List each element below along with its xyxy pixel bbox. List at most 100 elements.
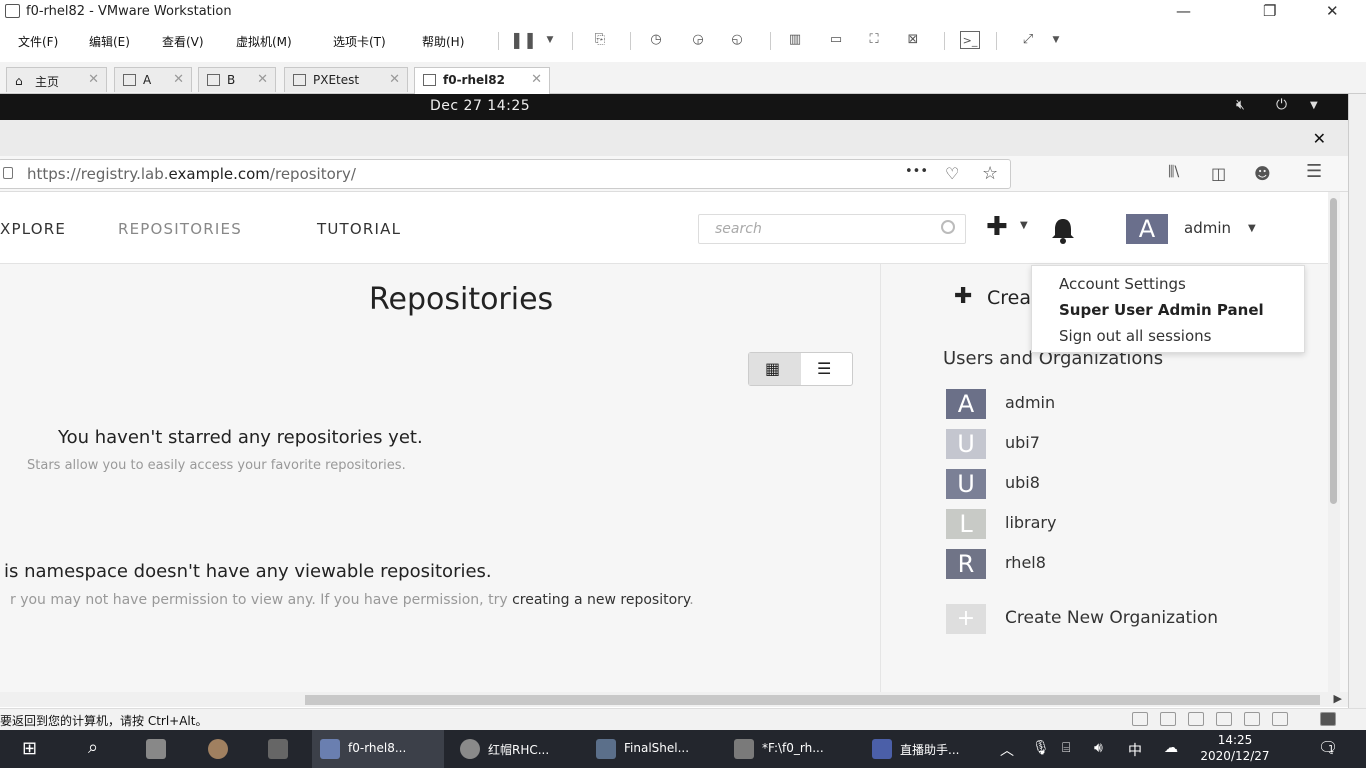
search-icon[interactable]: ⌕	[88, 737, 98, 758]
nav-repositories[interactable]: REPOSITORIES	[118, 220, 242, 238]
revert-snapshot-icon[interactable]: ◶	[688, 31, 708, 49]
scroll-right-icon[interactable]: ▶	[1334, 692, 1342, 705]
org-link-library[interactable]: library	[1005, 513, 1056, 532]
view-toggle[interactable]: ▦ ☰	[748, 352, 853, 386]
sidebar-view-icon[interactable]: ▥	[785, 31, 805, 49]
bookmark-star-icon[interactable]: ☆	[982, 163, 998, 184]
org-avatar[interactable]: R	[946, 549, 986, 579]
user-menu-name[interactable]: admin	[1184, 219, 1231, 237]
chevron-down-icon[interactable]: ▼	[1310, 100, 1318, 111]
menu-vm[interactable]: 虚拟机(M)	[236, 33, 292, 50]
microphone-icon[interactable]: 🎙︎	[1032, 740, 1050, 756]
page-scrollbar[interactable]	[1328, 192, 1340, 692]
account-icon[interactable]: ☻	[1254, 164, 1271, 183]
gnome-clock[interactable]: Dec 27 14:25	[430, 98, 530, 114]
scrollbar-thumb[interactable]	[305, 695, 1320, 705]
page-actions-icon[interactable]: •••	[905, 164, 928, 179]
list-icon[interactable]: ☰	[817, 359, 831, 378]
close-tab-icon[interactable]: ✕	[531, 72, 542, 87]
library-icon[interactable]: ⫼\	[1168, 164, 1179, 180]
menu-tabs[interactable]: 选项卡(T)	[333, 33, 386, 50]
taskbar-app-f0-rhel82[interactable]: f0-rhel8...	[312, 730, 444, 768]
close-tab-icon[interactable]: ✕	[389, 72, 400, 87]
message-log-icon[interactable]	[1320, 712, 1336, 726]
org-link-rhel8[interactable]: rhel8	[1005, 553, 1046, 572]
create-repository-link[interactable]: creating a new repository	[512, 592, 689, 608]
menu-view[interactable]: 查看(V)	[162, 33, 204, 50]
nav-explore[interactable]: XPLORE	[0, 220, 66, 238]
windows-start-icon[interactable]: ⊞	[22, 738, 37, 759]
close-window-button[interactable]: ✕	[1326, 2, 1339, 20]
tab-vm-f0-rhel82[interactable]: f0-rhel82 ✕	[414, 67, 550, 94]
plus-icon[interactable]: ✚	[954, 284, 972, 309]
close-tab-icon[interactable]: ✕	[173, 72, 184, 87]
menu-super-user-admin-panel[interactable]: Super User Admin Panel	[1059, 301, 1264, 319]
input-method[interactable]: 中	[1128, 740, 1142, 760]
scrollbar-thumb[interactable]	[1330, 198, 1337, 504]
cd-drive-icon[interactable]	[1160, 712, 1176, 726]
menu-help[interactable]: 帮助(H)	[422, 33, 464, 50]
pocket-icon[interactable]: ♡	[945, 164, 959, 183]
taskbar-app-live-assistant[interactable]: 直播助手...	[864, 730, 994, 768]
snapshot-manager-icon[interactable]: ◵	[727, 31, 747, 49]
org-link-admin[interactable]: admin	[1005, 393, 1055, 412]
taskbar-app-finalshell[interactable]: FinalShel...	[588, 730, 718, 768]
create-repository-button[interactable]: Crea	[987, 287, 1031, 309]
close-browser-icon[interactable]: ✕	[1313, 129, 1326, 148]
sogou-icon[interactable]: ☁	[1164, 740, 1178, 756]
tab-vm-b[interactable]: B ✕	[198, 67, 276, 92]
taskbar-app-vmware[interactable]	[138, 730, 186, 768]
tab-vm-a[interactable]: A ✕	[114, 67, 192, 92]
org-avatar[interactable]: L	[946, 509, 986, 539]
printer-icon[interactable]	[1216, 712, 1232, 726]
vmware-horizontal-scrollbar[interactable]: ▶	[0, 692, 1348, 707]
hamburger-menu-icon[interactable]: ☰	[1306, 161, 1322, 182]
org-link-ubi8[interactable]: ubi8	[1005, 473, 1040, 492]
notifications-bell-icon[interactable]	[1048, 215, 1078, 245]
thumbnail-view-icon[interactable]: ▭	[826, 31, 846, 49]
create-new-icon[interactable]: ✚	[986, 212, 1008, 242]
sound-icon[interactable]	[1244, 712, 1260, 726]
power-icon[interactable]: ⏻	[1276, 97, 1287, 113]
show-hidden-icons-chevron-icon[interactable]: ︿	[1000, 740, 1014, 760]
org-avatar[interactable]: A	[946, 389, 986, 419]
chevron-down-icon[interactable]: ▼	[1046, 31, 1066, 49]
taskbar-app-paint[interactable]	[194, 730, 242, 768]
stretch-guest-icon[interactable]: ⤢	[1018, 31, 1038, 49]
nav-tutorial[interactable]: TUTORIAL	[317, 220, 401, 238]
network-icon[interactable]: ⌸	[1062, 740, 1070, 756]
menu-file[interactable]: 文件(F)	[18, 33, 58, 50]
create-organization-link[interactable]: Create New Organization	[1005, 608, 1218, 628]
volume-muted-icon[interactable]: 🔇︎	[1236, 97, 1245, 113]
system-clock[interactable]: 14:25 2020/12/27	[1200, 732, 1270, 764]
chevron-down-icon[interactable]: ▼	[1248, 223, 1256, 234]
org-link-ubi7[interactable]: ubi7	[1005, 433, 1040, 452]
close-tab-icon[interactable]: ✕	[257, 72, 268, 87]
vmware-vertical-scrollbar[interactable]	[1348, 94, 1366, 714]
menu-account-settings[interactable]: Account Settings	[1059, 275, 1186, 293]
hard-disk-icon[interactable]	[1132, 712, 1148, 726]
close-tab-icon[interactable]: ✕	[88, 72, 99, 87]
add-organization-icon[interactable]: +	[946, 604, 986, 634]
chevron-down-icon[interactable]: ▼	[540, 31, 560, 49]
pause-icon[interactable]: ❚❚	[510, 31, 537, 49]
display-icon[interactable]	[1272, 712, 1288, 726]
menu-edit[interactable]: 编辑(E)	[89, 33, 130, 50]
full-screen-icon[interactable]: ⛶	[864, 31, 884, 49]
tab-home[interactable]: ⌂ 主页 ✕	[6, 67, 107, 92]
snapshot-icon[interactable]: ◷	[646, 31, 666, 49]
unity-icon[interactable]: ⊠	[903, 31, 923, 49]
chevron-down-icon[interactable]: ▼	[1020, 220, 1028, 231]
org-avatar[interactable]: U	[946, 469, 986, 499]
minimize-button[interactable]: —	[1176, 2, 1191, 20]
taskbar-app-chrome[interactable]: 红帽RHC...	[452, 730, 582, 768]
user-avatar[interactable]: A	[1126, 214, 1168, 244]
org-avatar[interactable]: U	[946, 429, 986, 459]
console-icon[interactable]: >_	[960, 31, 980, 49]
maximize-button[interactable]: ❐	[1263, 2, 1276, 20]
taskbar-app-editor[interactable]: *F:\f0_rh...	[726, 730, 856, 768]
menu-sign-out-all-sessions[interactable]: Sign out all sessions	[1059, 327, 1211, 345]
taskbar-app-calculator[interactable]	[254, 730, 302, 768]
search-input[interactable]: search	[698, 214, 966, 244]
network-adapter-icon[interactable]	[1188, 712, 1204, 726]
